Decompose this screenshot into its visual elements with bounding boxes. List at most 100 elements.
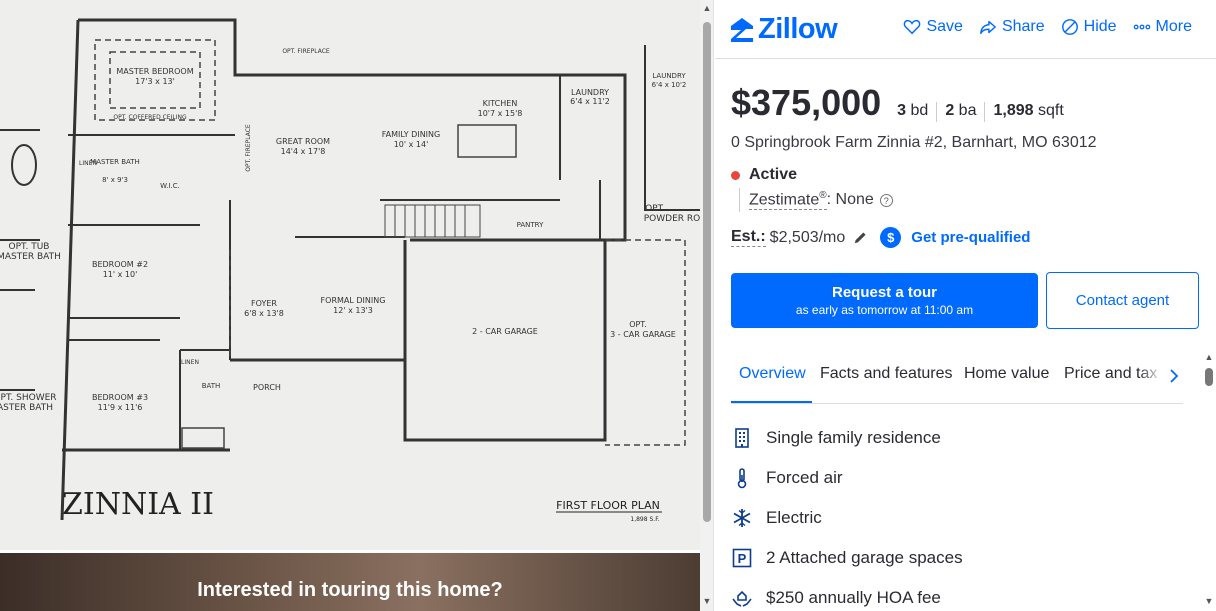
plan-title: ZINNIA II bbox=[62, 487, 214, 522]
svg-text:BEDROOM #3: BEDROOM #3 bbox=[92, 393, 148, 402]
thermometer-icon bbox=[731, 467, 753, 489]
feature-list: Single family residence Forced air Elect… bbox=[731, 418, 963, 611]
scrollbar-thumb[interactable] bbox=[703, 22, 711, 522]
svg-text:11' x 10': 11' x 10' bbox=[103, 270, 138, 279]
svg-text:PANTRY: PANTRY bbox=[517, 221, 544, 229]
photo-scrollbar[interactable]: ▲ ▼ bbox=[700, 0, 714, 611]
heart-icon bbox=[904, 19, 921, 35]
tab-home-value[interactable]: Home value bbox=[964, 365, 1049, 383]
svg-text:ASTER BATH: ASTER BATH bbox=[0, 403, 53, 413]
home-facts: 3 bd 2 ba 1,898 sqft bbox=[897, 102, 1064, 122]
svg-text:10' x 14': 10' x 14' bbox=[394, 140, 429, 149]
hide-icon bbox=[1061, 19, 1078, 35]
photo-panel[interactable]: MASTER BEDROOM 17'3 x 13' OPT. COFFERED … bbox=[0, 0, 700, 611]
svg-text:6'4 x 10'2: 6'4 x 10'2 bbox=[652, 81, 687, 89]
svg-text:FAMILY DINING: FAMILY DINING bbox=[382, 130, 440, 139]
price-row: $375,000 3 bd 2 ba 1,898 sqft bbox=[731, 82, 1064, 124]
save-button[interactable]: Save bbox=[903, 18, 963, 36]
get-prequalified-link[interactable]: Get pre-qualified bbox=[911, 229, 1030, 246]
svg-text:OPT.: OPT. bbox=[629, 320, 647, 329]
listing-page: MASTER BEDROOM 17'3 x 13' OPT. COFFERED … bbox=[0, 0, 1216, 611]
share-button[interactable]: Share bbox=[979, 18, 1045, 36]
hoa-hands-icon bbox=[731, 587, 753, 609]
svg-text:2 - CAR GARAGE: 2 - CAR GARAGE bbox=[472, 327, 538, 336]
svg-text:OPT. TUB: OPT. TUB bbox=[9, 242, 50, 252]
plan-label: MASTER BEDROOM bbox=[116, 67, 193, 76]
beds-count: 3 bd bbox=[897, 102, 929, 119]
listing-address: 0 Springbrook Farm Zinnia #2, Barnhart, … bbox=[731, 134, 1097, 151]
svg-text:FORMAL DINING: FORMAL DINING bbox=[321, 296, 386, 305]
list-item: Electric bbox=[731, 498, 963, 538]
svg-text:W.I.C.: W.I.C. bbox=[160, 182, 180, 190]
request-tour-button[interactable]: Request a tour as early as tomorrow at 1… bbox=[731, 273, 1038, 328]
status-badge: Active bbox=[731, 166, 797, 184]
est-value: $2,503/mo bbox=[769, 228, 846, 246]
sqft-count: 1,898 sqft bbox=[993, 102, 1064, 119]
svg-text:MASTER BATH: MASTER BATH bbox=[90, 158, 140, 166]
list-item: Single family residence bbox=[731, 418, 963, 458]
svg-text:FIRST FLOOR PLAN: FIRST FLOOR PLAN bbox=[556, 499, 660, 512]
svg-text:POWDER RO: POWDER RO bbox=[644, 214, 700, 224]
svg-text:BATH: BATH bbox=[202, 382, 221, 390]
touring-banner[interactable]: Interested in touring this home? bbox=[0, 553, 700, 611]
parking-icon: P bbox=[731, 547, 753, 569]
svg-text:11'9 x 11'6: 11'9 x 11'6 bbox=[98, 403, 143, 412]
floor-plan-photo[interactable]: MASTER BEDROOM 17'3 x 13' OPT. COFFERED … bbox=[0, 0, 700, 550]
contact-agent-button[interactable]: Contact agent bbox=[1046, 272, 1199, 329]
details-scrollbar[interactable]: ▲ ▼ bbox=[1202, 352, 1216, 611]
detail-tabs: Overview Facts and features Home value P… bbox=[731, 352, 1183, 404]
svg-text:MASTER BATH: MASTER BATH bbox=[0, 252, 61, 262]
svg-text:LAUNDRY: LAUNDRY bbox=[571, 88, 609, 97]
svg-text:OPT.: OPT. bbox=[645, 204, 665, 214]
tab-overview[interactable]: Overview bbox=[739, 365, 806, 383]
zestimate-label[interactable]: Zestimate® bbox=[749, 190, 827, 211]
divider bbox=[984, 102, 986, 122]
scroll-down-arrow-icon[interactable]: ▼ bbox=[702, 596, 712, 606]
hide-button[interactable]: Hide bbox=[1061, 18, 1117, 36]
pencil-icon[interactable] bbox=[853, 230, 868, 245]
help-icon[interactable]: ? bbox=[879, 193, 893, 207]
list-item: Forced air bbox=[731, 458, 963, 498]
svg-text:14'4 x 17'8: 14'4 x 17'8 bbox=[281, 147, 326, 156]
svg-text:LINEN: LINEN bbox=[79, 160, 97, 167]
tab-facts-and-features[interactable]: Facts and features bbox=[820, 365, 953, 383]
scroll-up-arrow-icon[interactable]: ▲ bbox=[702, 3, 712, 13]
svg-text:FOYER: FOYER bbox=[251, 299, 277, 308]
snowflake-icon bbox=[731, 507, 753, 529]
zillow-logo-icon bbox=[731, 17, 753, 42]
building-icon bbox=[731, 427, 753, 449]
top-bar: Zillow Save Share Hide More bbox=[715, 0, 1216, 59]
svg-text:12' x 13'3: 12' x 13'3 bbox=[333, 306, 373, 315]
logo-text: Zillow bbox=[758, 13, 838, 45]
divider bbox=[936, 102, 938, 122]
svg-text:P: P bbox=[738, 551, 747, 566]
svg-text:OPT. FIREPLACE: OPT. FIREPLACE bbox=[282, 48, 330, 55]
share-icon bbox=[980, 20, 996, 35]
zestimate: Zestimate® : None ? bbox=[739, 188, 893, 212]
zestimate-value: : None bbox=[826, 191, 874, 208]
svg-text:8' x 9'3: 8' x 9'3 bbox=[102, 176, 128, 184]
dollar-icon: $ bbox=[880, 227, 902, 248]
svg-text:PORCH: PORCH bbox=[253, 383, 281, 392]
svg-text:6'8 x 13'8: 6'8 x 13'8 bbox=[244, 309, 284, 318]
estimated-payment: Est.: $2,503/mo $ Get pre-qualified bbox=[731, 227, 1030, 248]
svg-text:10'7 x 15'8: 10'7 x 15'8 bbox=[478, 109, 523, 118]
active-tab-indicator bbox=[731, 401, 812, 403]
svg-text:KITCHEN: KITCHEN bbox=[483, 99, 518, 108]
scroll-down-arrow-icon[interactable]: ▼ bbox=[1204, 596, 1214, 606]
svg-text:17'3 x 13': 17'3 x 13' bbox=[135, 77, 175, 86]
svg-text:6'4 x 11'2: 6'4 x 11'2 bbox=[570, 97, 610, 106]
status-dot-icon bbox=[731, 170, 740, 180]
svg-text:OPT. SHOWER: OPT. SHOWER bbox=[0, 393, 57, 403]
touring-banner-text: Interested in touring this home? bbox=[197, 578, 503, 601]
scroll-up-arrow-icon[interactable]: ▲ bbox=[1204, 352, 1214, 362]
more-dots-icon bbox=[1133, 24, 1150, 30]
listing-actions: Save Share Hide More bbox=[903, 18, 1192, 36]
est-label[interactable]: Est.: bbox=[731, 228, 766, 247]
listing-price: $375,000 bbox=[731, 82, 882, 123]
scrollbar-thumb[interactable] bbox=[1205, 368, 1213, 386]
chevron-right-icon[interactable] bbox=[1165, 366, 1183, 386]
zillow-logo[interactable]: Zillow bbox=[730, 13, 838, 46]
svg-text:3 - CAR GARAGE: 3 - CAR GARAGE bbox=[610, 330, 676, 339]
more-button[interactable]: More bbox=[1133, 18, 1192, 36]
